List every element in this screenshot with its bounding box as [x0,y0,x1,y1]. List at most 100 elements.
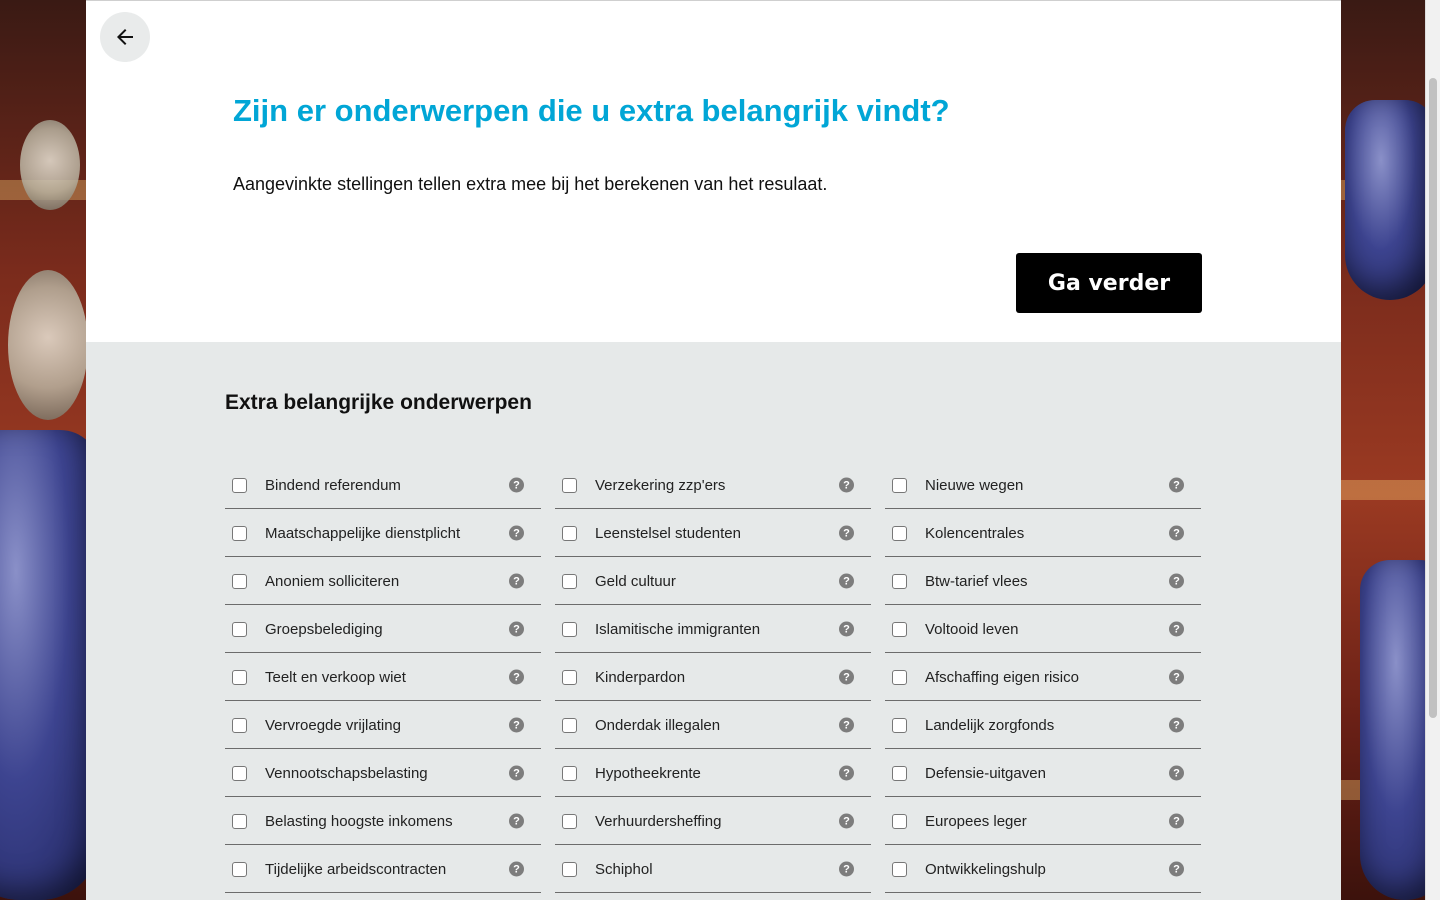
topic-row[interactable]: Ontwikkelingshulp? [885,846,1201,893]
topic-checkbox[interactable] [562,621,577,637]
help-icon[interactable]: ? [509,717,524,733]
topic-label: Belasting hoogste inkomens [265,812,453,830]
topic-checkbox[interactable] [562,525,577,541]
help-icon[interactable]: ? [1169,669,1184,685]
topic-row[interactable]: Hypotheekrente? [555,750,871,797]
topic-row[interactable]: Vennootschapsbelasting? [225,750,541,797]
topic-checkbox[interactable] [892,477,907,493]
topic-row[interactable]: Nieuwe wegen? [885,462,1201,509]
topic-label: Vervroegde vrijlating [265,716,401,734]
help-icon[interactable]: ? [1169,573,1184,589]
help-icon[interactable]: ? [509,669,524,685]
topic-checkbox[interactable] [232,669,247,685]
topic-checkbox[interactable] [232,477,247,493]
topic-checkbox[interactable] [232,813,247,829]
help-icon[interactable]: ? [839,765,854,781]
help-icon[interactable]: ? [1169,525,1184,541]
topic-checkbox[interactable] [562,717,577,733]
topic-checkbox[interactable] [232,525,247,541]
topic-column: Nieuwe wegen? Kolencentrales? Btw-tarief v… [885,462,1201,894]
topic-checkbox[interactable] [562,669,577,685]
topic-column: Verzekering zzp'ers? Leenstelsel studente… [555,462,871,894]
topic-row[interactable]: Kolencentrales? [885,510,1201,557]
help-icon[interactable]: ? [839,861,854,877]
topic-checkbox[interactable] [892,717,907,733]
header-section: Zijn er onderwerpen die u extra belangri… [86,0,1341,342]
help-icon[interactable]: ? [509,813,524,829]
help-icon[interactable]: ? [839,525,854,541]
topic-checkbox[interactable] [892,669,907,685]
topic-row[interactable]: Leenstelsel studenten? [555,510,871,557]
help-icon[interactable]: ? [839,477,854,493]
help-icon[interactable]: ? [839,717,854,733]
topic-row[interactable]: Teelt en verkoop wiet? [225,654,541,701]
topic-checkbox[interactable] [232,861,247,877]
topic-row[interactable]: Onderdak illegalen? [555,702,871,749]
topic-checkbox[interactable] [562,813,577,829]
page-scrollbar[interactable] [1425,0,1440,900]
topic-row[interactable]: Groepsbelediging? [225,606,541,653]
topic-row[interactable]: Voltooid leven? [885,606,1201,653]
help-icon[interactable]: ? [839,669,854,685]
help-icon[interactable]: ? [839,621,854,637]
topic-label: Teelt en verkoop wiet [265,668,406,686]
topic-checkbox[interactable] [562,477,577,493]
back-button[interactable] [100,12,150,62]
topic-row[interactable]: Geld cultuur? [555,558,871,605]
topic-checkbox[interactable] [892,765,907,781]
topic-checkbox[interactable] [562,765,577,781]
help-icon[interactable]: ? [1169,861,1184,877]
topic-row[interactable]: Btw-tarief vlees? [885,558,1201,605]
topic-row[interactable]: Vervroegde vrijlating? [225,702,541,749]
topic-row[interactable]: Verzekering zzp'ers? [555,462,871,509]
help-icon[interactable]: ? [1169,621,1184,637]
continue-button[interactable]: Ga verder [1016,253,1202,313]
topic-label: Leenstelsel studenten [595,524,741,542]
help-icon[interactable]: ? [509,573,524,589]
topic-row[interactable]: Afschaffing eigen risico? [885,654,1201,701]
help-icon[interactable]: ? [1169,765,1184,781]
help-icon[interactable]: ? [509,861,524,877]
help-icon[interactable]: ? [509,621,524,637]
topic-label: Defensie-uitgaven [925,764,1046,782]
topic-checkbox[interactable] [892,621,907,637]
topic-label: Maatschappelijke dienstplicht [265,524,461,542]
topic-column: Bindend referendum? Maatschappelijke dien… [225,462,541,894]
help-icon[interactable]: ? [1169,477,1184,493]
topic-row[interactable]: Landelijk zorgfonds? [885,702,1201,749]
topic-label: Islamitische immigranten [595,620,761,638]
topic-row[interactable]: Maatschappelijke dienstplicht? [225,510,541,557]
topic-row[interactable]: Europees leger? [885,798,1201,845]
topic-label: Ontwikkelingshulp [925,860,1046,878]
topic-row[interactable]: Verhuurdersheffing? [555,798,871,845]
topic-label: Btw-tarief vlees [925,572,1028,590]
topic-checkbox[interactable] [562,573,577,589]
topic-row[interactable]: Tijdelijke arbeidscontracten? [225,846,541,893]
topic-row[interactable]: Anoniem solliciteren? [225,558,541,605]
topic-checkbox[interactable] [892,573,907,589]
help-icon[interactable]: ? [839,573,854,589]
topic-label: Landelijk zorgfonds [925,716,1055,734]
topic-checkbox[interactable] [892,813,907,829]
topic-row[interactable]: Defensie-uitgaven? [885,750,1201,797]
topic-checkbox[interactable] [232,717,247,733]
topic-row[interactable]: Kinderpardon? [555,654,871,701]
chair-shape [0,430,100,900]
topic-checkbox[interactable] [892,525,907,541]
scrollbar-thumb[interactable] [1429,78,1437,718]
help-icon[interactable]: ? [509,765,524,781]
help-icon[interactable]: ? [509,525,524,541]
help-icon[interactable]: ? [839,813,854,829]
topic-row[interactable]: Bindend referendum? [225,462,541,509]
topic-checkbox[interactable] [562,861,577,877]
topic-checkbox[interactable] [232,765,247,781]
topic-row[interactable]: Islamitische immigranten? [555,606,871,653]
help-icon[interactable]: ? [1169,813,1184,829]
topic-checkbox[interactable] [892,861,907,877]
topic-checkbox[interactable] [232,573,247,589]
topic-row[interactable]: Belasting hoogste inkomens? [225,798,541,845]
help-icon[interactable]: ? [1169,717,1184,733]
help-icon[interactable]: ? [509,477,524,493]
topic-checkbox[interactable] [232,621,247,637]
topic-row[interactable]: Schiphol? [555,846,871,893]
